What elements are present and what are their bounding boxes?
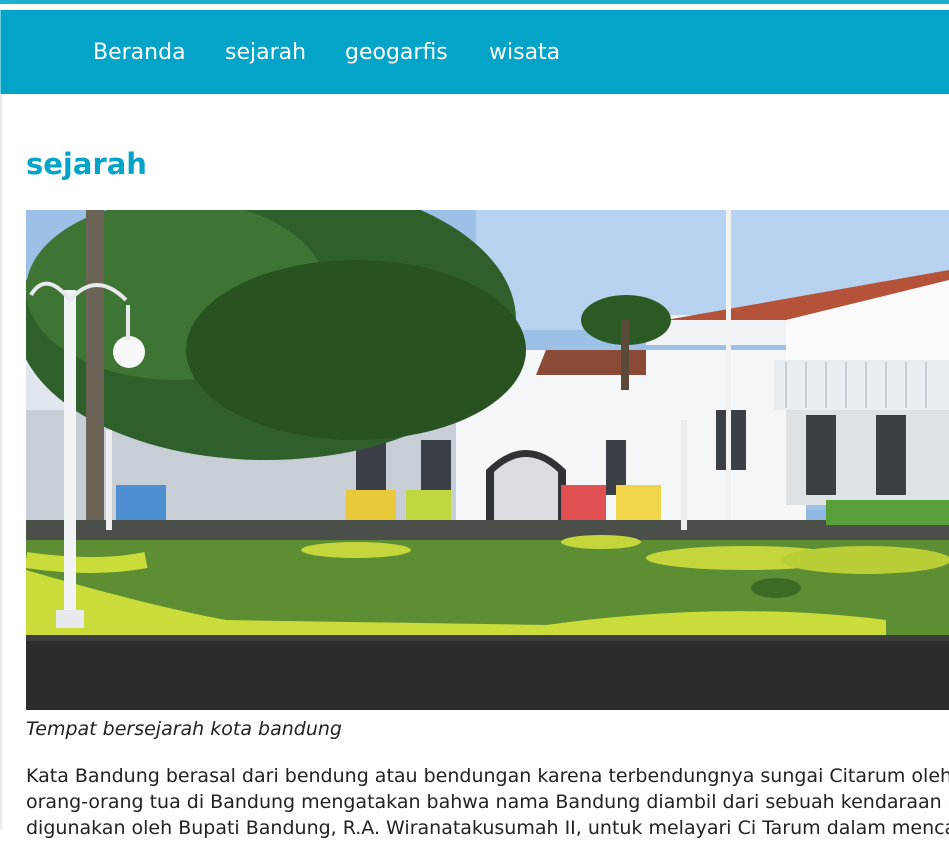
image-caption: Tempat bersejarah kota bandung [26, 718, 342, 740]
nav-item-wisata[interactable]: wisata [489, 40, 560, 66]
nav-item-geografis[interactable]: geogarfis [345, 40, 448, 66]
paragraph-line: orang-orang tua di Bandung mengatakan ba… [26, 791, 949, 813]
content-edge-shadow [0, 94, 4, 830]
paragraph-line: digunakan oleh Bupati Bandung, R.A. Wira… [26, 817, 949, 839]
nav-item-beranda[interactable]: Beranda [93, 40, 186, 66]
paragraph-line: Kata Bandung berasal dari bendung atau b… [26, 765, 949, 787]
main-navigation: Beranda sejarah geogarfis wisata [0, 10, 949, 94]
historic-building-photo [26, 210, 949, 710]
nav-item-sejarah[interactable]: sejarah [225, 40, 306, 66]
history-paragraph: Kata Bandung berasal dari bendung atau b… [26, 763, 949, 841]
page-title: sejarah [26, 147, 147, 181]
